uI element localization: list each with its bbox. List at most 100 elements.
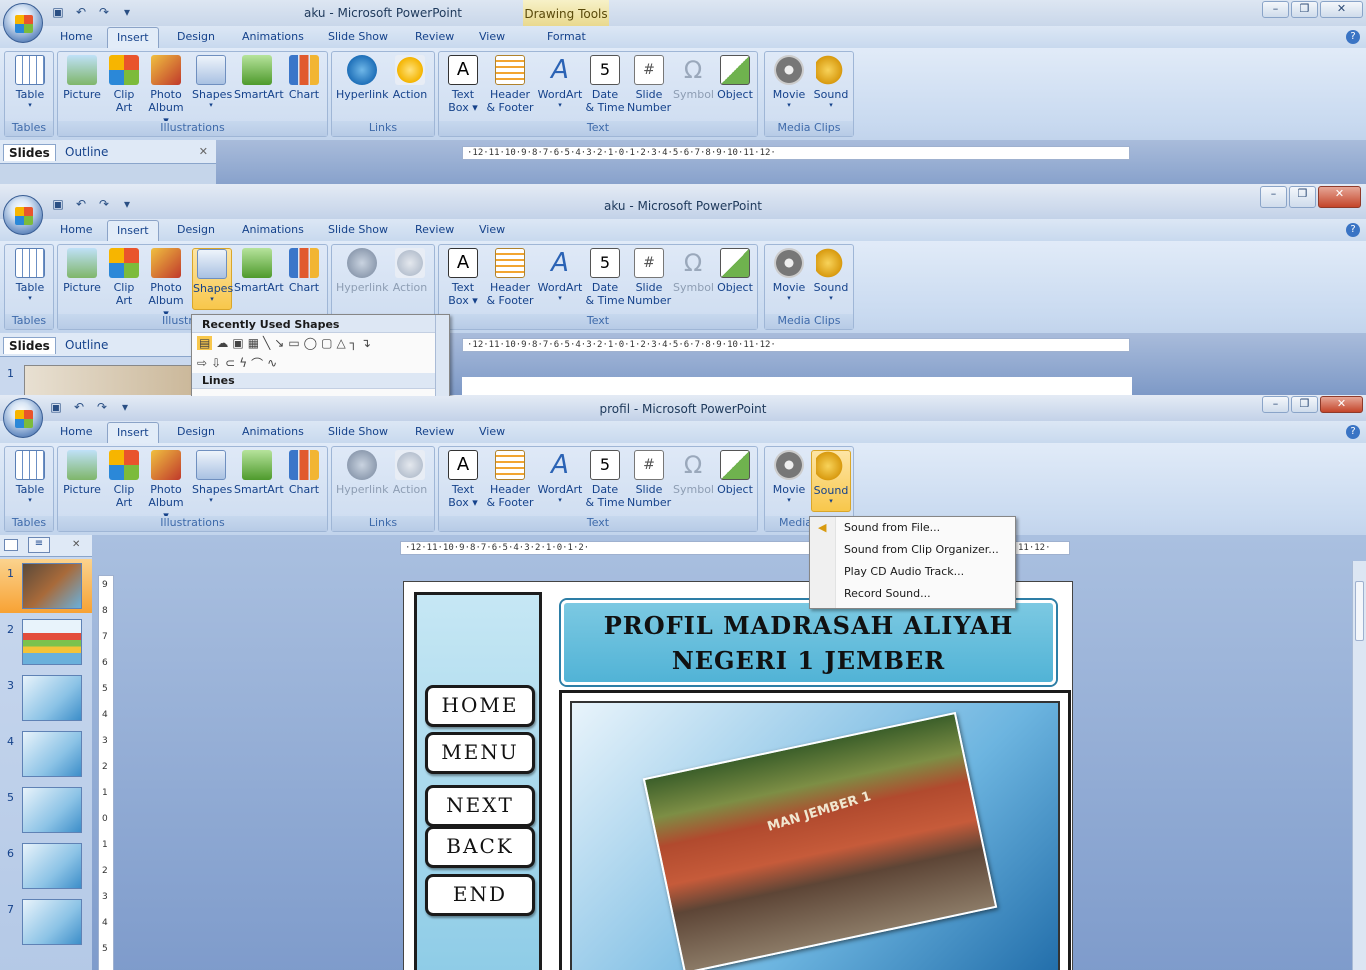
- slide-canvas[interactable]: HOME MENU NEXT BACK END PROFIL MADRASAH …: [403, 581, 1073, 970]
- help-icon[interactable]: ?: [1346, 223, 1360, 237]
- wordart-button[interactable]: A WordArt ▾: [537, 248, 583, 302]
- object-button[interactable]: Object: [715, 450, 755, 496]
- header-footer-button[interactable]: Header & Footer: [485, 450, 535, 509]
- close-pane-icon[interactable]: ✕: [72, 539, 80, 550]
- symbol-button[interactable]: Ω Symbol: [673, 55, 714, 101]
- clip-art-button[interactable]: Clip Art: [108, 55, 140, 114]
- tab-review[interactable]: Review: [415, 30, 454, 43]
- photo-album-button[interactable]: PhotoAlbum ▾: [144, 450, 188, 522]
- shapes-button-active[interactable]: Shapes ▾: [192, 248, 233, 310]
- restore-icon[interactable]: ❐: [1291, 396, 1318, 413]
- wordart-button[interactable]: A WordArt ▾: [537, 55, 583, 109]
- shapes-scrollbar[interactable]: [435, 315, 449, 396]
- smartart-button[interactable]: SmartArt: [234, 248, 284, 294]
- object-button[interactable]: Object: [715, 248, 755, 294]
- picture-button[interactable]: Picture: [62, 450, 102, 496]
- chart-button[interactable]: Chart: [284, 55, 324, 101]
- school-photo[interactable]: MAN JEMBER 1: [642, 711, 998, 970]
- outline-tab-icon[interactable]: ≡: [28, 537, 50, 553]
- movie-button[interactable]: Movie ▾: [769, 450, 809, 504]
- text-box-button[interactable]: A Text Box ▾: [443, 55, 483, 114]
- rounded-rectangle-shape-icon[interactable]: ▢: [321, 336, 332, 350]
- sound-button[interactable]: Sound ▾: [811, 55, 851, 109]
- tab-format[interactable]: Format: [547, 30, 586, 43]
- nav-home-button[interactable]: HOME: [425, 685, 535, 727]
- table-button[interactable]: Table ▾: [8, 55, 52, 109]
- hyperlink-button[interactable]: Hyperlink: [336, 55, 389, 101]
- action-button[interactable]: Action: [390, 248, 430, 294]
- nav-back-button[interactable]: BACK: [425, 826, 535, 868]
- vertical-scrollbar[interactable]: [1352, 561, 1366, 970]
- tab-slide-show[interactable]: Slide Show: [328, 223, 388, 236]
- shapes-button[interactable]: Shapes ▾: [192, 55, 232, 109]
- loop-shape-icon[interactable]: ⊂: [225, 356, 235, 370]
- sound-button-active[interactable]: Sound ▾: [811, 450, 851, 512]
- textbox-shape-icon[interactable]: ▤: [197, 336, 213, 350]
- action-button[interactable]: Action: [390, 450, 430, 496]
- slide-thumbnail[interactable]: [24, 365, 194, 396]
- symbol-button[interactable]: Ω Symbol: [673, 248, 714, 294]
- picture-shape-icon[interactable]: ▣: [232, 336, 243, 350]
- help-icon[interactable]: ?: [1346, 425, 1360, 439]
- slide-thumbnail-6[interactable]: [22, 843, 82, 889]
- nav-end-button[interactable]: END: [425, 874, 535, 916]
- triangle-shape-icon[interactable]: △: [336, 336, 345, 350]
- clip-art-button[interactable]: Clip Art: [108, 450, 140, 509]
- elbow-connector-shape-icon[interactable]: ┐: [350, 336, 357, 350]
- picture-button[interactable]: Picture: [62, 55, 102, 101]
- tab-design[interactable]: Design: [177, 223, 215, 236]
- tab-view[interactable]: View: [479, 223, 505, 236]
- tab-view[interactable]: View: [479, 425, 505, 438]
- slide-thumbnail-5[interactable]: [22, 787, 82, 833]
- tab-insert[interactable]: Insert: [107, 422, 159, 444]
- curve-shape-icon[interactable]: ∿: [267, 356, 277, 370]
- tab-home[interactable]: Home: [60, 30, 92, 43]
- minimize-icon[interactable]: –: [1260, 186, 1287, 208]
- header-footer-button[interactable]: Header & Footer: [485, 248, 535, 307]
- tab-design[interactable]: Design: [177, 30, 215, 43]
- photo-album-button[interactable]: PhotoAlbum ▾: [144, 248, 188, 320]
- tab-slides[interactable]: Slides: [3, 144, 56, 161]
- tab-home[interactable]: Home: [60, 425, 92, 438]
- tab-outline[interactable]: Outline: [60, 144, 113, 160]
- tab-home[interactable]: Home: [60, 223, 92, 236]
- date-time-button[interactable]: 5 Date & Time: [585, 55, 625, 114]
- tab-slide-show[interactable]: Slide Show: [328, 30, 388, 43]
- object-button[interactable]: Object: [715, 55, 755, 101]
- slide-thumbnail-4[interactable]: [22, 731, 82, 777]
- table-button[interactable]: Table ▾: [8, 450, 52, 504]
- restore-icon[interactable]: ❐: [1289, 186, 1316, 208]
- minimize-icon[interactable]: –: [1262, 396, 1289, 413]
- smartart-button[interactable]: SmartArt: [234, 55, 284, 101]
- close-icon[interactable]: ✕: [1320, 1, 1363, 18]
- image-shape-icon[interactable]: ▦: [248, 336, 259, 350]
- movie-button[interactable]: Movie ▾: [769, 248, 809, 302]
- office-button[interactable]: [3, 3, 43, 43]
- slide-thumbnail-3[interactable]: [22, 675, 82, 721]
- tab-animations[interactable]: Animations: [242, 223, 304, 236]
- slide-number-button[interactable]: # Slide Number: [627, 248, 671, 307]
- sound-from-file-item[interactable]: ◀ Sound from File...: [810, 517, 1015, 539]
- cloud-callout-shape-icon[interactable]: ☁: [216, 336, 228, 350]
- down-arrow-shape-icon[interactable]: ⇩: [211, 356, 221, 370]
- rectangle-shape-icon[interactable]: ▭: [288, 336, 299, 350]
- sound-button[interactable]: Sound ▾: [811, 248, 851, 302]
- tab-review[interactable]: Review: [415, 425, 454, 438]
- sound-from-clip-organizer-item[interactable]: Sound from Clip Organizer...: [810, 539, 1015, 561]
- smartart-button[interactable]: SmartArt: [234, 450, 284, 496]
- help-icon[interactable]: ?: [1346, 30, 1360, 44]
- hyperlink-button[interactable]: Hyperlink: [336, 248, 389, 294]
- chart-button[interactable]: Chart: [284, 450, 324, 496]
- date-time-button[interactable]: 5 Date & Time: [585, 248, 625, 307]
- text-box-button[interactable]: A Text Box ▾: [443, 248, 483, 307]
- slide-number-button[interactable]: # Slide Number: [627, 55, 671, 114]
- oval-shape-icon[interactable]: ◯: [304, 336, 317, 350]
- office-button[interactable]: [3, 195, 43, 235]
- slide-thumbnail-1[interactable]: [22, 563, 82, 609]
- photo-album-button[interactable]: PhotoAlbum ▾: [144, 55, 188, 127]
- tab-outline[interactable]: Outline: [60, 337, 113, 353]
- line-shape-icon[interactable]: ╲: [263, 336, 270, 350]
- nav-next-button[interactable]: NEXT: [425, 785, 535, 827]
- table-button[interactable]: Table ▾: [8, 248, 52, 302]
- close-icon[interactable]: ✕: [1320, 396, 1363, 413]
